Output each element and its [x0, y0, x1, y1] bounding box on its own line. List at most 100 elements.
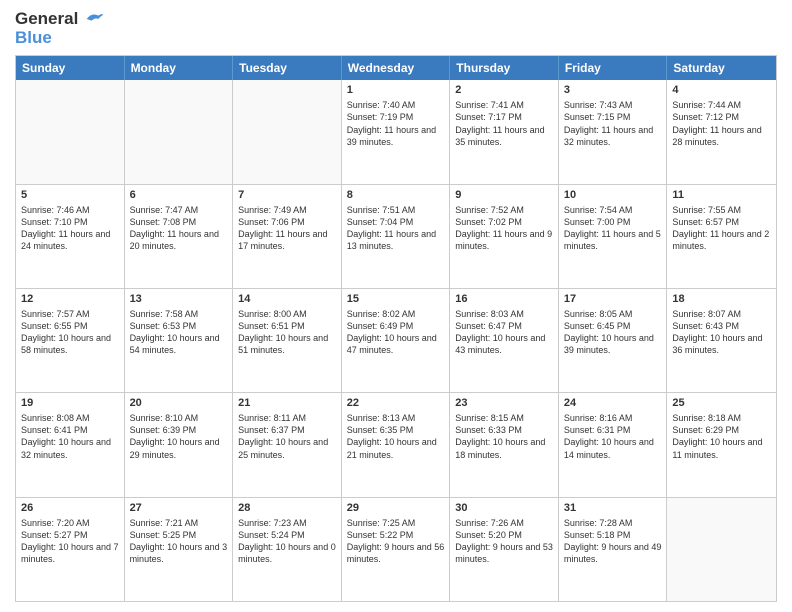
- day-info: Sunrise: 8:18 AM Sunset: 6:29 PM Dayligh…: [672, 412, 771, 461]
- header-day-friday: Friday: [559, 56, 668, 80]
- day-number: 13: [130, 292, 228, 307]
- day-info: Sunrise: 8:00 AM Sunset: 6:51 PM Dayligh…: [238, 308, 336, 357]
- day-cell-14: 14Sunrise: 8:00 AM Sunset: 6:51 PM Dayli…: [233, 289, 342, 392]
- week-row-3: 12Sunrise: 7:57 AM Sunset: 6:55 PM Dayli…: [16, 289, 776, 393]
- day-cell-9: 9Sunrise: 7:52 AM Sunset: 7:02 PM Daylig…: [450, 185, 559, 288]
- day-info: Sunrise: 7:58 AM Sunset: 6:53 PM Dayligh…: [130, 308, 228, 357]
- day-info: Sunrise: 8:10 AM Sunset: 6:39 PM Dayligh…: [130, 412, 228, 461]
- day-info: Sunrise: 7:55 AM Sunset: 6:57 PM Dayligh…: [672, 204, 771, 253]
- empty-cell: [667, 498, 776, 601]
- header-day-saturday: Saturday: [667, 56, 776, 80]
- day-number: 11: [672, 188, 771, 203]
- day-info: Sunrise: 7:51 AM Sunset: 7:04 PM Dayligh…: [347, 204, 445, 253]
- header-day-tuesday: Tuesday: [233, 56, 342, 80]
- day-number: 21: [238, 396, 336, 411]
- day-number: 31: [564, 501, 662, 516]
- day-number: 26: [21, 501, 119, 516]
- day-info: Sunrise: 8:07 AM Sunset: 6:43 PM Dayligh…: [672, 308, 771, 357]
- day-number: 23: [455, 396, 553, 411]
- day-info: Sunrise: 8:16 AM Sunset: 6:31 PM Dayligh…: [564, 412, 662, 461]
- day-info: Sunrise: 8:05 AM Sunset: 6:45 PM Dayligh…: [564, 308, 662, 357]
- day-info: Sunrise: 7:40 AM Sunset: 7:19 PM Dayligh…: [347, 99, 445, 148]
- day-cell-24: 24Sunrise: 8:16 AM Sunset: 6:31 PM Dayli…: [559, 393, 668, 496]
- page: General Blue SundayMondayTuesdayWednesda…: [0, 0, 792, 612]
- day-cell-23: 23Sunrise: 8:15 AM Sunset: 6:33 PM Dayli…: [450, 393, 559, 496]
- day-cell-31: 31Sunrise: 7:28 AM Sunset: 5:18 PM Dayli…: [559, 498, 668, 601]
- day-number: 4: [672, 83, 771, 98]
- day-info: Sunrise: 7:49 AM Sunset: 7:06 PM Dayligh…: [238, 204, 336, 253]
- logo-bird-icon: [85, 9, 105, 29]
- day-cell-8: 8Sunrise: 7:51 AM Sunset: 7:04 PM Daylig…: [342, 185, 451, 288]
- day-cell-17: 17Sunrise: 8:05 AM Sunset: 6:45 PM Dayli…: [559, 289, 668, 392]
- day-info: Sunrise: 7:25 AM Sunset: 5:22 PM Dayligh…: [347, 517, 445, 566]
- day-number: 5: [21, 188, 119, 203]
- day-cell-26: 26Sunrise: 7:20 AM Sunset: 5:27 PM Dayli…: [16, 498, 125, 601]
- day-cell-1: 1Sunrise: 7:40 AM Sunset: 7:19 PM Daylig…: [342, 80, 451, 183]
- day-info: Sunrise: 7:26 AM Sunset: 5:20 PM Dayligh…: [455, 517, 553, 566]
- day-info: Sunrise: 7:28 AM Sunset: 5:18 PM Dayligh…: [564, 517, 662, 566]
- day-cell-20: 20Sunrise: 8:10 AM Sunset: 6:39 PM Dayli…: [125, 393, 234, 496]
- day-info: Sunrise: 7:20 AM Sunset: 5:27 PM Dayligh…: [21, 517, 119, 566]
- week-row-4: 19Sunrise: 8:08 AM Sunset: 6:41 PM Dayli…: [16, 393, 776, 497]
- day-cell-12: 12Sunrise: 7:57 AM Sunset: 6:55 PM Dayli…: [16, 289, 125, 392]
- calendar-header: SundayMondayTuesdayWednesdayThursdayFrid…: [16, 56, 776, 80]
- calendar: SundayMondayTuesdayWednesdayThursdayFrid…: [15, 55, 777, 602]
- day-cell-29: 29Sunrise: 7:25 AM Sunset: 5:22 PM Dayli…: [342, 498, 451, 601]
- day-cell-3: 3Sunrise: 7:43 AM Sunset: 7:15 PM Daylig…: [559, 80, 668, 183]
- day-info: Sunrise: 7:46 AM Sunset: 7:10 PM Dayligh…: [21, 204, 119, 253]
- day-number: 20: [130, 396, 228, 411]
- header-day-wednesday: Wednesday: [342, 56, 451, 80]
- day-number: 9: [455, 188, 553, 203]
- calendar-body: 1Sunrise: 7:40 AM Sunset: 7:19 PM Daylig…: [16, 80, 776, 601]
- week-row-1: 1Sunrise: 7:40 AM Sunset: 7:19 PM Daylig…: [16, 80, 776, 184]
- day-number: 6: [130, 188, 228, 203]
- day-info: Sunrise: 8:02 AM Sunset: 6:49 PM Dayligh…: [347, 308, 445, 357]
- day-info: Sunrise: 7:52 AM Sunset: 7:02 PM Dayligh…: [455, 204, 553, 253]
- day-number: 22: [347, 396, 445, 411]
- day-number: 10: [564, 188, 662, 203]
- day-number: 2: [455, 83, 553, 98]
- day-cell-10: 10Sunrise: 7:54 AM Sunset: 7:00 PM Dayli…: [559, 185, 668, 288]
- day-number: 24: [564, 396, 662, 411]
- day-number: 30: [455, 501, 553, 516]
- day-info: Sunrise: 7:47 AM Sunset: 7:08 PM Dayligh…: [130, 204, 228, 253]
- logo-blue: Blue: [15, 29, 105, 48]
- day-number: 16: [455, 292, 553, 307]
- day-number: 17: [564, 292, 662, 307]
- logo: General Blue: [15, 10, 105, 47]
- day-cell-7: 7Sunrise: 7:49 AM Sunset: 7:06 PM Daylig…: [233, 185, 342, 288]
- day-cell-18: 18Sunrise: 8:07 AM Sunset: 6:43 PM Dayli…: [667, 289, 776, 392]
- week-row-2: 5Sunrise: 7:46 AM Sunset: 7:10 PM Daylig…: [16, 185, 776, 289]
- day-info: Sunrise: 7:41 AM Sunset: 7:17 PM Dayligh…: [455, 99, 553, 148]
- day-cell-6: 6Sunrise: 7:47 AM Sunset: 7:08 PM Daylig…: [125, 185, 234, 288]
- day-number: 27: [130, 501, 228, 516]
- day-info: Sunrise: 8:13 AM Sunset: 6:35 PM Dayligh…: [347, 412, 445, 461]
- day-info: Sunrise: 7:23 AM Sunset: 5:24 PM Dayligh…: [238, 517, 336, 566]
- day-number: 8: [347, 188, 445, 203]
- day-cell-11: 11Sunrise: 7:55 AM Sunset: 6:57 PM Dayli…: [667, 185, 776, 288]
- header-day-thursday: Thursday: [450, 56, 559, 80]
- day-cell-30: 30Sunrise: 7:26 AM Sunset: 5:20 PM Dayli…: [450, 498, 559, 601]
- day-number: 12: [21, 292, 119, 307]
- day-cell-21: 21Sunrise: 8:11 AM Sunset: 6:37 PM Dayli…: [233, 393, 342, 496]
- day-number: 3: [564, 83, 662, 98]
- day-number: 15: [347, 292, 445, 307]
- day-number: 25: [672, 396, 771, 411]
- day-info: Sunrise: 7:21 AM Sunset: 5:25 PM Dayligh…: [130, 517, 228, 566]
- day-cell-15: 15Sunrise: 8:02 AM Sunset: 6:49 PM Dayli…: [342, 289, 451, 392]
- day-cell-28: 28Sunrise: 7:23 AM Sunset: 5:24 PM Dayli…: [233, 498, 342, 601]
- day-number: 19: [21, 396, 119, 411]
- day-cell-27: 27Sunrise: 7:21 AM Sunset: 5:25 PM Dayli…: [125, 498, 234, 601]
- header-day-monday: Monday: [125, 56, 234, 80]
- day-info: Sunrise: 8:15 AM Sunset: 6:33 PM Dayligh…: [455, 412, 553, 461]
- header-day-sunday: Sunday: [16, 56, 125, 80]
- empty-cell: [233, 80, 342, 183]
- day-cell-13: 13Sunrise: 7:58 AM Sunset: 6:53 PM Dayli…: [125, 289, 234, 392]
- day-info: Sunrise: 7:54 AM Sunset: 7:00 PM Dayligh…: [564, 204, 662, 253]
- day-number: 7: [238, 188, 336, 203]
- day-cell-25: 25Sunrise: 8:18 AM Sunset: 6:29 PM Dayli…: [667, 393, 776, 496]
- day-cell-16: 16Sunrise: 8:03 AM Sunset: 6:47 PM Dayli…: [450, 289, 559, 392]
- empty-cell: [125, 80, 234, 183]
- day-cell-4: 4Sunrise: 7:44 AM Sunset: 7:12 PM Daylig…: [667, 80, 776, 183]
- day-number: 28: [238, 501, 336, 516]
